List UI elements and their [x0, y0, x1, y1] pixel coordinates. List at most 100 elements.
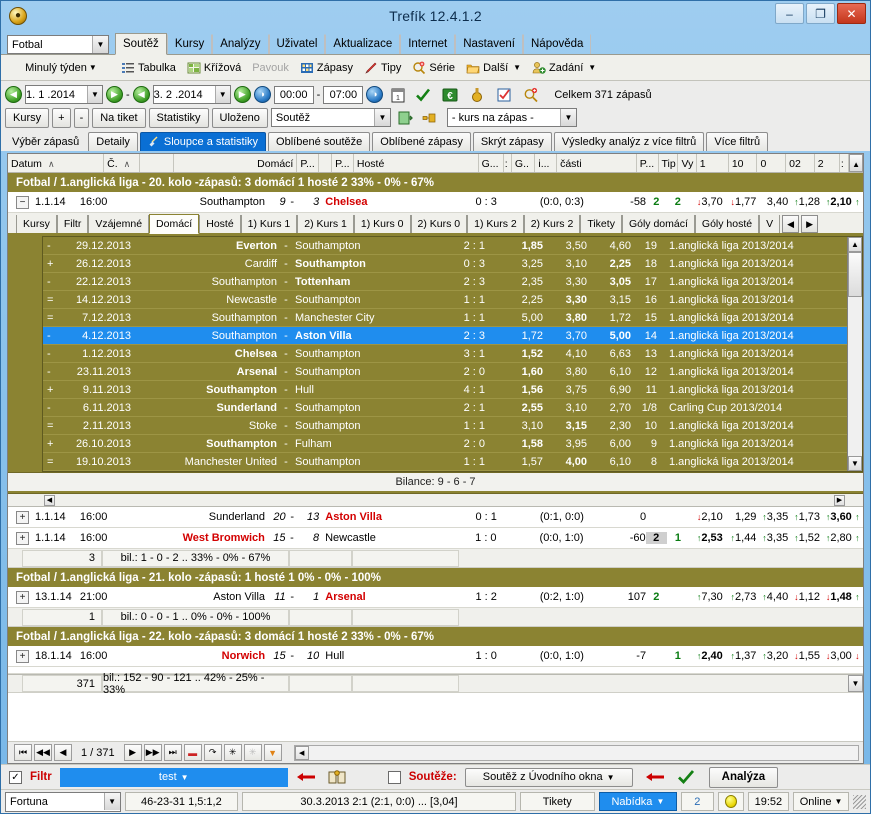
checkbox-icon[interactable] — [496, 87, 512, 103]
left-arrow-icon[interactable] — [645, 770, 665, 784]
close-button[interactable]: ✕ — [837, 3, 866, 24]
table-row[interactable]: + 1.1.14 16:00 Sunderland 20 - 13 Aston … — [8, 507, 863, 528]
menu-button[interactable]: Nabídka ▼ — [598, 792, 678, 811]
detail-tab-kurs1a[interactable]: 1) Kurs 1 — [240, 215, 298, 233]
ribbon-dalsi[interactable]: Další ▼ — [466, 61, 521, 75]
book-icon[interactable] — [328, 769, 346, 785]
check-icon[interactable] — [415, 87, 431, 103]
col-domaci[interactable]: Domácí — [174, 154, 298, 172]
time-from-field[interactable]: 00:00 — [273, 85, 314, 104]
detail-tab-vzajemne[interactable]: Vzájemné — [88, 215, 150, 233]
filter-checkbox[interactable]: ✓ — [9, 770, 22, 784]
ribbon-zapasy[interactable]: Zápasy — [300, 61, 353, 75]
detail-row[interactable]: = 7.12.2013 Southampton - Manchester City 1 :… — [43, 309, 847, 327]
chevron-down-icon[interactable]: ▼ — [92, 36, 108, 53]
detail-tab-kurs2a[interactable]: 1) Kurs 2 — [467, 215, 524, 233]
tab-uzivatel[interactable]: Uživatel — [268, 34, 326, 54]
col-p2[interactable]: P... — [332, 154, 354, 172]
detail-tab-v[interactable]: V — [759, 215, 781, 233]
prev-record-button[interactable]: ◀ — [54, 744, 72, 761]
chevron-down-icon[interactable]: ▼ — [87, 86, 102, 103]
col-blank1[interactable] — [140, 154, 174, 172]
date-prev-button[interactable]: ◀ — [5, 86, 22, 103]
date-to-field[interactable]: 3. 2 .2014 ▼ — [152, 85, 231, 104]
row-expand-button[interactable]: + — [16, 590, 29, 604]
detail-scrollbar[interactable]: ▲ ▼ — [847, 237, 862, 471]
tab-vyber-zapasu[interactable]: Výběr zápasů — [5, 132, 86, 151]
detail-row[interactable]: +9.11.2013 Southampton - Hull 4 : 1 1,56 3,75 6… — [43, 381, 847, 399]
detail-tab-domaci[interactable]: Domácí — [149, 214, 200, 234]
tab-internet[interactable]: Internet — [400, 34, 456, 54]
chevron-down-icon[interactable]: ▼ — [103, 793, 120, 810]
row-expand-button[interactable]: + — [16, 510, 29, 524]
detail-tab-kurs0a[interactable]: 1) Kurs 0 — [353, 215, 411, 233]
check-icon[interactable] — [677, 769, 695, 785]
maximize-button[interactable]: ❐ — [806, 3, 835, 24]
row-expand-button[interactable]: + — [16, 649, 29, 663]
group-header[interactable]: Fotbal / 1.anglická liga - 20. kolo -záp… — [8, 173, 863, 192]
funnel-icon[interactable]: ▼ — [263, 744, 282, 761]
detail-row[interactable]: -23.11.2013 Arsenal - Southampton 2 : 0 1,60 3… — [43, 363, 847, 381]
detail-tab-goly-hoste[interactable]: Góly hosté — [694, 215, 760, 233]
hscroll-left-button[interactable]: ◀ — [294, 745, 309, 760]
table-row[interactable]: + 18.1.14 16:00 Norwich 15 - 10 Hull 1 :… — [8, 646, 863, 667]
detail-tab-goly-domaci[interactable]: Góly domácí — [621, 215, 695, 233]
next-record-button[interactable]: ▶ — [123, 744, 142, 761]
col-p1[interactable]: P... — [297, 154, 320, 172]
detail-tabs-prev-button[interactable]: ◀ — [782, 215, 800, 233]
row-collapse-button[interactable]: − — [16, 195, 29, 209]
competitions-select[interactable]: Soutěž z Úvodního okna ▼ — [464, 767, 633, 787]
detail-row[interactable]: = 14.12.2013 Newcastle - Southampton 1 : 1 2,2… — [43, 291, 847, 309]
delete-icon[interactable]: ▬ — [183, 744, 202, 761]
detail-tab-hoste[interactable]: Hosté — [199, 215, 241, 233]
grid-scroll-up-button[interactable]: ▲ — [848, 154, 863, 172]
next-page-button[interactable]: ▶▶ — [143, 744, 162, 761]
table-row[interactable]: + 1.1.14 16:00 West Bromwich 15 - 8 Newc… — [8, 528, 863, 549]
tickets-cell[interactable]: Tikety — [519, 792, 595, 811]
competition-select[interactable]: Soutěž ▼ — [270, 108, 391, 127]
detail-hscrollbar[interactable]: ◀ ▶ — [8, 494, 863, 507]
tab-aktualizace[interactable]: Aktualizace — [325, 34, 401, 54]
tab-skryt-zapasy[interactable]: Skrýt zápasy — [472, 132, 552, 151]
tab-detaily[interactable]: Detaily — [88, 132, 138, 151]
tab-vysledky-analyz[interactable]: Výsledky analýz z více filtrů — [553, 132, 705, 151]
online-cell[interactable]: Online ▼ — [793, 792, 850, 811]
date-from-next-button[interactable]: ▶ — [106, 86, 123, 103]
left-arrow-icon[interactable] — [296, 770, 316, 784]
row-expand-button[interactable]: + — [16, 531, 29, 545]
col-vy[interactable]: Vy — [678, 154, 697, 172]
detail-tab-tikety[interactable]: Tikety — [580, 215, 622, 233]
chevron-down-icon[interactable]: ▼ — [373, 109, 390, 126]
scroll-track[interactable] — [848, 297, 862, 456]
col-2[interactable]: 2 — [815, 154, 840, 172]
ribbon-tabulka[interactable]: Tabulka — [121, 61, 176, 75]
kursy-button[interactable]: Kursy — [5, 107, 50, 128]
date-from-field[interactable]: 1. 1 .2014 ▼ — [25, 85, 103, 104]
grid-hscrollbar[interactable]: ◀ — [293, 744, 859, 761]
table-row[interactable]: + 13.1.14 21:00 Aston Villa 11 - 1 Arsen… — [8, 587, 863, 608]
filter-name-dropdown[interactable]: test ▼ — [59, 767, 288, 787]
medal-icon[interactable] — [469, 87, 485, 103]
col-blank2[interactable] — [319, 154, 333, 172]
chevron-down-icon[interactable]: ▼ — [214, 86, 230, 103]
col-datum[interactable]: Datum ∧ — [8, 154, 105, 172]
tab-soutez[interactable]: Soutěž — [115, 33, 167, 55]
date-to-prev-button[interactable]: ◀ — [132, 86, 150, 103]
ulozeno-button[interactable]: Uloženo — [211, 107, 268, 128]
calendar-icon[interactable]: 1 — [390, 87, 406, 103]
ribbon-serie[interactable]: Série — [412, 61, 455, 75]
col-i[interactable]: i... — [535, 154, 558, 172]
detail-tabs-next-button[interactable]: ▶ — [801, 215, 819, 233]
tab-kursy[interactable]: Kursy — [166, 34, 213, 54]
detail-row[interactable]: -22.12.2013 Southampton - Tottenham 2 : 3 2,3… — [43, 273, 847, 291]
time-to-button[interactable]: ◑ — [366, 86, 384, 103]
sport-select[interactable]: Fotbal ▼ — [7, 35, 109, 54]
detail-row[interactable]: -6.11.2013 Sunderland - Southampton 2 : 1 2,5… — [43, 399, 847, 417]
resize-grip[interactable] — [853, 794, 866, 809]
col-p3[interactable]: P... — [637, 154, 659, 172]
detail-row[interactable]: +26.10.2013 Southampton - Fulham 2 : 0 1,58 3,… — [43, 435, 847, 453]
col-10[interactable]: 10 — [729, 154, 758, 172]
export-icon[interactable] — [397, 110, 413, 126]
minimize-button[interactable]: – — [775, 3, 804, 24]
col-g2[interactable]: G.. — [512, 154, 536, 172]
